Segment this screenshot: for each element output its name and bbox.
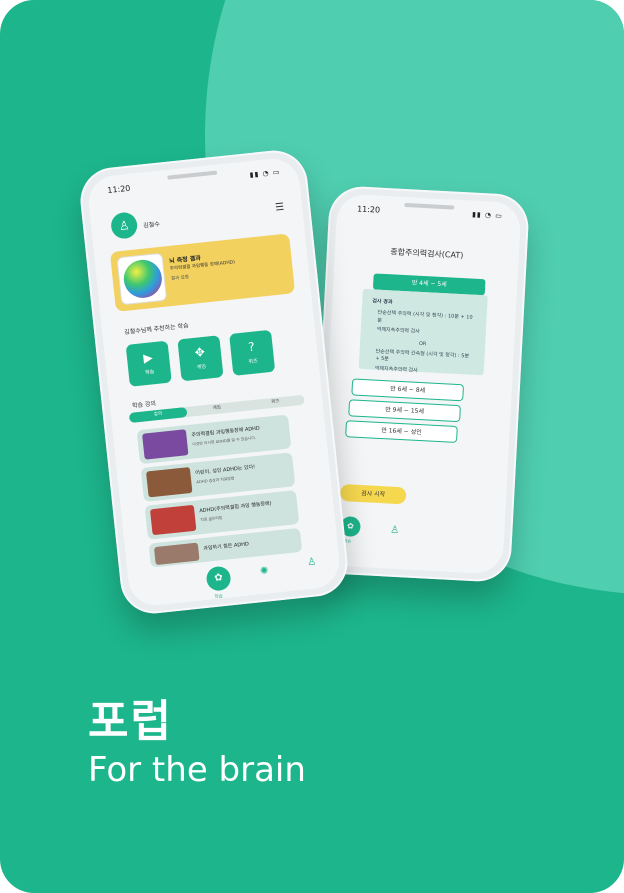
status-time: 11:20 bbox=[356, 204, 381, 215]
app-promo-card: 11:20 ▮▮ ◔ ▭ 종합주의력검사(CAT) 만 4세 ~ 5세 검사 경… bbox=[0, 0, 624, 893]
recommend-title: 김철수님께 추천하는 학습 bbox=[123, 322, 189, 337]
quiz-button[interactable]: ? 퀴즈 bbox=[229, 329, 276, 376]
lecture-thumbnail bbox=[149, 504, 197, 536]
brain-result-card[interactable]: 뇌 측정 결과 주의력결핍 과잉행동 장애(ADHD) 결과 설명 bbox=[109, 233, 296, 312]
learn-button[interactable]: ▶ 학습 bbox=[125, 340, 172, 387]
learn-button-label: 학습 bbox=[144, 369, 155, 377]
tab-quiz[interactable]: 퀴즈 bbox=[246, 395, 305, 411]
game-button-label: 게임 bbox=[196, 363, 207, 371]
test-info-box: 검사 경과 단순선택 주의력 (시각 및 청각) : 10분 + 10분 억제지… bbox=[358, 288, 488, 376]
home-screen: 11:20 ▮▮ ◔ ▭ ♙ 김철수 ☰ 뇌 측정 결과 주의력결핍 과잉행동 … bbox=[86, 156, 342, 608]
menu-icon[interactable]: ☰ bbox=[275, 202, 285, 214]
app-subtitle: For the brain bbox=[88, 750, 306, 790]
lecture-section-title: 학습 강의 bbox=[131, 400, 157, 410]
info-title: 검사 경과 bbox=[372, 298, 393, 306]
profile-icon[interactable]: ♙ bbox=[390, 525, 400, 536]
quiz-button-label: 퀴즈 bbox=[248, 358, 258, 366]
lecture-thumbnail bbox=[153, 542, 200, 566]
notch bbox=[167, 170, 218, 180]
status-icons: ▮▮ ◔ ▭ bbox=[249, 167, 281, 180]
app-title: 포럽 bbox=[88, 696, 173, 747]
lecture-subtitle: 치료 골든타임 bbox=[200, 514, 223, 523]
tab-lecture[interactable]: 강의 bbox=[128, 407, 188, 424]
brain-icon[interactable]: ✿ bbox=[205, 565, 232, 592]
user-name: 김철수 bbox=[142, 220, 161, 230]
phone-home: 11:20 ▮▮ ◔ ▭ ♙ 김철수 ☰ 뇌 측정 결과 주의력결핍 과잉행동 … bbox=[77, 147, 351, 617]
start-test-button[interactable]: 검사 시작 bbox=[339, 483, 407, 505]
lecture-thumbnail bbox=[145, 467, 193, 498]
lecture-title: 어린이, 성인 ADHD는 있다! bbox=[195, 464, 256, 477]
notch bbox=[404, 202, 455, 210]
brain-scan-image bbox=[116, 252, 168, 306]
lecture-title: 과잉하기 힘든 ADHD bbox=[203, 541, 250, 553]
nav-learn-label: 학습 bbox=[214, 594, 224, 601]
bug-icon[interactable]: ✺ bbox=[260, 565, 269, 577]
age-button-6-8[interactable]: 만 6세 ~ 8세 bbox=[351, 378, 465, 402]
result-more-link[interactable]: 결과 설명 bbox=[171, 274, 189, 282]
game-button[interactable]: ✥ 게임 bbox=[177, 335, 224, 382]
status-time: 11:20 bbox=[106, 183, 131, 196]
status-icons: ▮▮ ◔ ▭ bbox=[471, 210, 504, 221]
play-icon: ▶ bbox=[142, 350, 154, 366]
tab-game[interactable]: 게임 bbox=[187, 401, 246, 417]
age-button-9-15[interactable]: 만 9세 ~ 15세 bbox=[348, 399, 461, 423]
lecture-subtitle: ADHD 증상과 치료방법 bbox=[196, 475, 235, 485]
quiz-icon: ? bbox=[247, 339, 256, 355]
avatar[interactable]: ♙ bbox=[109, 211, 139, 240]
info-or: OR bbox=[418, 340, 427, 347]
cat-screen: 11:20 ▮▮ ◔ ▭ 종합주의력검사(CAT) 만 4세 ~ 5세 검사 경… bbox=[318, 193, 522, 575]
page-title: 종합주의력검사(CAT) bbox=[390, 247, 464, 261]
profile-icon[interactable]: ♙ bbox=[307, 556, 317, 568]
age-button-16-adult[interactable]: 만 16세 ~ 성인 bbox=[345, 420, 458, 444]
lecture-thumbnail bbox=[142, 429, 189, 460]
lecture-title: ADHD(주의력결핍 과잉 행동장애) bbox=[199, 500, 272, 515]
gamepad-icon: ✥ bbox=[194, 344, 206, 360]
